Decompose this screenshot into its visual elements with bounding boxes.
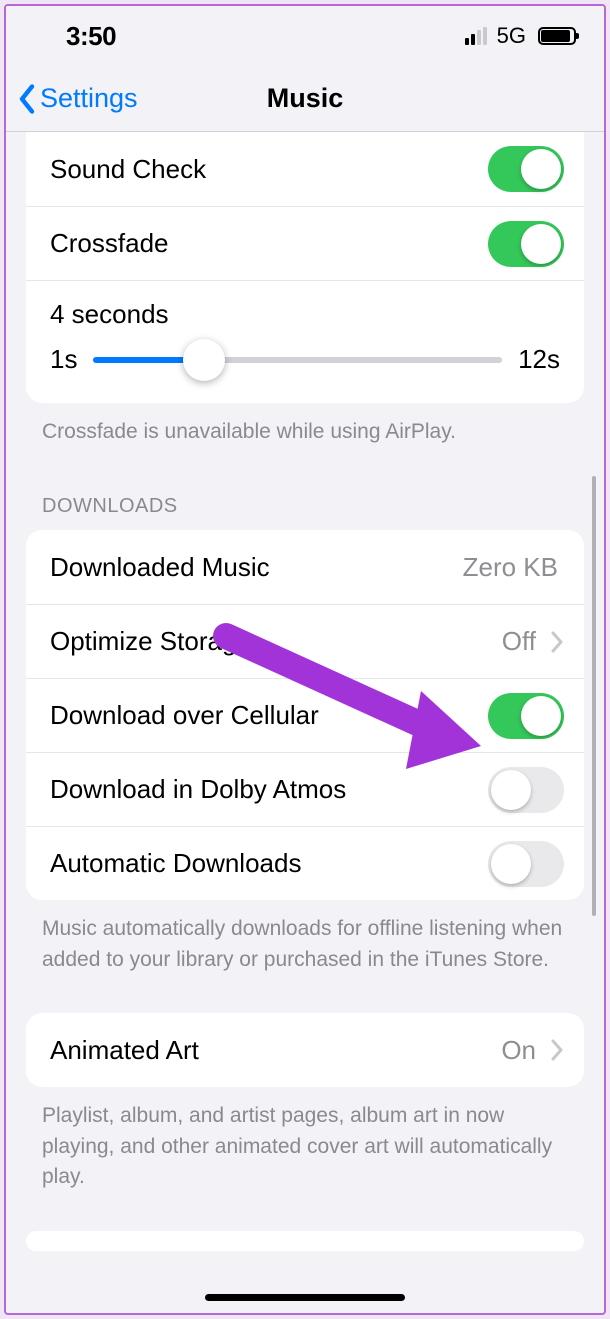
- animated-art-footer: Playlist, album, and artist pages, album…: [6, 1087, 604, 1192]
- download-cellular-label: Download over Cellular: [50, 700, 319, 731]
- downloads-footer: Music automatically downloads for offlin…: [6, 900, 604, 975]
- scroll-indicator[interactable]: [592, 476, 596, 916]
- automatic-downloads-label: Automatic Downloads: [50, 848, 301, 879]
- crossfade-footer: Crossfade is unavailable while using Air…: [6, 403, 604, 447]
- optimize-storage-label: Optimize Storage: [50, 626, 251, 657]
- sound-check-label: Sound Check: [50, 154, 206, 185]
- slider-min: 1s: [50, 344, 77, 375]
- download-dolby-label: Download in Dolby Atmos: [50, 774, 346, 805]
- crossfade-slider[interactable]: [93, 357, 502, 363]
- download-dolby-row: Download in Dolby Atmos: [26, 752, 584, 826]
- animated-art-group: Animated Art On: [26, 1013, 584, 1087]
- sound-check-row: Sound Check: [26, 132, 584, 206]
- download-cellular-toggle[interactable]: [488, 693, 564, 739]
- slider-thumb[interactable]: [183, 339, 225, 381]
- optimize-storage-value: Off: [502, 626, 536, 657]
- downloads-header: DOWNLOADS: [6, 447, 604, 530]
- back-label: Settings: [40, 83, 138, 114]
- crossfade-row: Crossfade: [26, 206, 584, 280]
- animated-art-row[interactable]: Animated Art On: [26, 1013, 584, 1087]
- optimize-storage-row[interactable]: Optimize Storage Off: [26, 604, 584, 678]
- download-cellular-row: Download over Cellular: [26, 678, 584, 752]
- cellular-signal-icon: [465, 27, 487, 45]
- downloaded-music-label: Downloaded Music: [50, 552, 270, 583]
- next-group-peek: [26, 1231, 584, 1251]
- home-indicator[interactable]: [205, 1294, 405, 1301]
- animated-art-value: On: [501, 1035, 536, 1066]
- status-time: 3:50: [66, 21, 116, 52]
- automatic-downloads-toggle[interactable]: [488, 841, 564, 887]
- status-bar: 3:50 5G: [6, 6, 604, 66]
- crossfade-label: Crossfade: [50, 228, 169, 259]
- download-dolby-toggle[interactable]: [488, 767, 564, 813]
- sound-check-toggle[interactable]: [488, 146, 564, 192]
- crossfade-toggle[interactable]: [488, 221, 564, 267]
- chevron-right-icon: [550, 1039, 564, 1061]
- slider-max: 12s: [518, 344, 560, 375]
- chevron-right-icon: [550, 631, 564, 653]
- playback-group: Sound Check Crossfade 4 seconds 1s 12s: [26, 132, 584, 403]
- downloaded-music-value: Zero KB: [463, 552, 558, 583]
- chevron-left-icon: [16, 84, 38, 114]
- automatic-downloads-row: Automatic Downloads: [26, 826, 584, 900]
- crossfade-slider-row: 4 seconds 1s 12s: [26, 280, 584, 403]
- network-label: 5G: [497, 23, 526, 49]
- status-right: 5G: [465, 23, 576, 49]
- animated-art-label: Animated Art: [50, 1035, 199, 1066]
- battery-icon: [538, 27, 576, 45]
- downloaded-music-row[interactable]: Downloaded Music Zero KB: [26, 530, 584, 604]
- downloads-group: Downloaded Music Zero KB Optimize Storag…: [26, 530, 584, 900]
- nav-bar: Settings Music: [6, 66, 604, 132]
- crossfade-value: 4 seconds: [50, 299, 560, 330]
- back-button[interactable]: Settings: [6, 83, 138, 114]
